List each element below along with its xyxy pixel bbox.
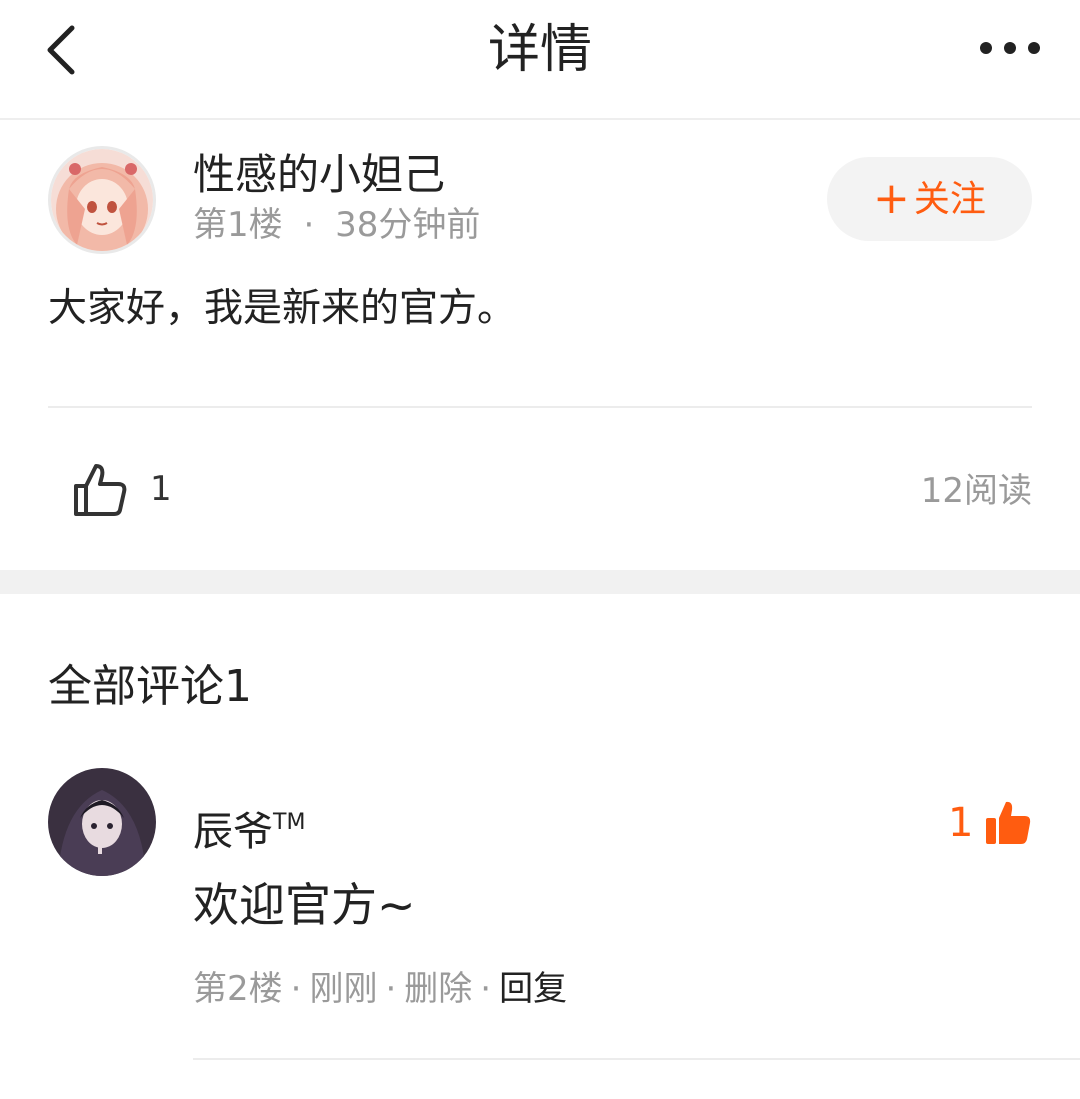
- more-horizontal-icon: [980, 42, 1040, 54]
- follow-button[interactable]: + 关注: [827, 157, 1032, 241]
- post-read-count: 12阅读: [920, 471, 1032, 511]
- thumbs-up-filled-icon: [986, 801, 1031, 844]
- post-author-name[interactable]: 性感的小妲己: [193, 148, 445, 202]
- comment-time: 刚刚: [309, 969, 378, 1009]
- page: 详情 性感的小妲己 第1楼 · 38分钟前 + 关注 大家好，我是新来的官方。 …: [0, 0, 1080, 1099]
- comment-author-name-text: 辰爷: [193, 809, 273, 855]
- more-button[interactable]: [978, 28, 1042, 68]
- comment-author-name[interactable]: 辰爷TM: [193, 796, 305, 859]
- divider: [48, 406, 1032, 408]
- comment-floor: 第2楼: [193, 969, 283, 1009]
- thumbs-up-outline-icon: [74, 464, 127, 516]
- post-meta: 第1楼 · 38分钟前: [193, 202, 480, 248]
- post-time: 38分钟前: [335, 205, 481, 245]
- section-separator: [0, 570, 1080, 594]
- reply-comment-link[interactable]: 回复: [499, 969, 567, 1009]
- plus-icon: +: [873, 173, 910, 224]
- meta-separator: ·: [290, 969, 302, 1009]
- anime-girl-avatar-image: [51, 149, 153, 251]
- hooded-boy-avatar-image: [48, 768, 156, 876]
- meta-separator: ·: [480, 969, 492, 1009]
- post-like-button[interactable]: [70, 460, 130, 520]
- top-bar: 详情: [0, 0, 1080, 120]
- comments-title: 全部评论1: [48, 661, 252, 712]
- post-floor: 第1楼: [193, 205, 283, 245]
- comment-text: 欢迎官方~: [193, 878, 416, 932]
- meta-separator: ·: [385, 969, 397, 1009]
- trademark-badge: TM: [273, 810, 306, 835]
- comment-like-count: 1: [948, 800, 974, 846]
- post-like-count: 1: [150, 469, 172, 509]
- follow-label: 关注: [913, 179, 986, 220]
- post-content: 大家好，我是新来的官方。: [48, 286, 517, 331]
- divider: [193, 1058, 1080, 1060]
- meta-separator: ·: [303, 205, 315, 245]
- post-author-avatar[interactable]: [48, 146, 156, 254]
- page-title: 详情: [487, 20, 592, 80]
- delete-comment-link[interactable]: 删除: [404, 969, 472, 1009]
- comment-meta: 第2楼 · 刚刚 · 删除 · 回复: [193, 966, 567, 1012]
- comment-author-avatar[interactable]: [48, 768, 156, 876]
